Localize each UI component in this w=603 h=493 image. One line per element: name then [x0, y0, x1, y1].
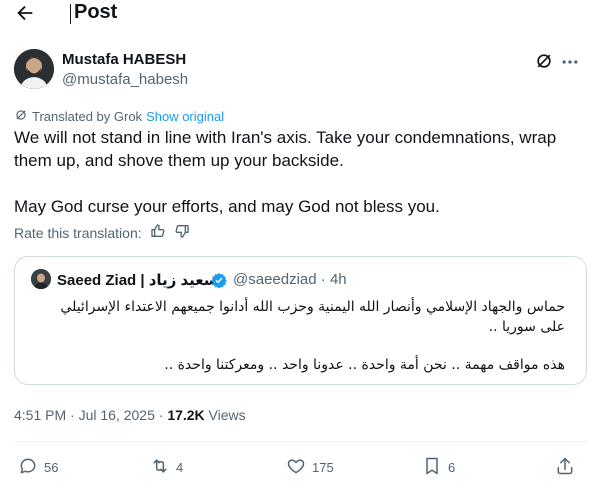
show-original-link[interactable]: Show original [146, 109, 224, 124]
share-button[interactable] [555, 456, 575, 479]
quote-text: حماس والجهاد الإسلامي وأنصار الله اليمني… [45, 297, 565, 375]
reply-count: 56 [44, 460, 59, 475]
like-count: 175 [312, 460, 334, 475]
grok-icon[interactable] [534, 51, 554, 71]
quote-handle-time: @saeedziad · 4h [233, 271, 347, 288]
quote-paragraph: هذه مواقف مهمة .. نحن أمة واحدة .. عدونا… [164, 357, 565, 373]
bookmark-icon [422, 456, 442, 479]
post-text: We will not stand in line with Iran's ax… [14, 126, 589, 218]
text-cursor [70, 4, 71, 24]
post-timestamp[interactable]: 4:51 PM · Jul 16, 2025 · [14, 407, 167, 423]
post-paragraph: We will not stand in line with Iran's ax… [14, 128, 557, 170]
page-title: Post [74, 1, 118, 23]
views-label: Views [204, 407, 246, 423]
back-arrow-icon[interactable] [14, 2, 36, 24]
rate-translation: Rate this translation: [14, 223, 190, 242]
reply-button[interactable]: 56 [18, 456, 58, 479]
heart-icon [286, 456, 306, 479]
post-paragraph: May God curse your efforts, and may God … [14, 197, 440, 216]
bookmark-count: 6 [448, 460, 456, 475]
more-options-icon[interactable] [560, 52, 580, 72]
translation-note: Translated by Grok Show original [14, 108, 224, 125]
thumbs-down-icon[interactable] [174, 223, 190, 242]
rate-translation-label: Rate this translation: [14, 224, 142, 241]
post-meta: 4:51 PM · Jul 16, 2025 · 17.2K Views [14, 407, 246, 423]
repost-button[interactable]: 4 [150, 456, 183, 479]
reply-icon [18, 456, 38, 479]
like-button[interactable]: 175 [286, 456, 334, 479]
translated-by-label: Translated by Grok [32, 109, 143, 124]
views-count: 17.2K [167, 407, 205, 423]
avatar[interactable] [14, 49, 54, 89]
author-handle[interactable]: @mustafa_habesh [62, 71, 188, 88]
action-bar: 56 4 175 6 [0, 452, 603, 484]
quote-avatar[interactable] [31, 269, 51, 289]
bookmark-button[interactable]: 6 [422, 456, 455, 479]
thumbs-up-icon[interactable] [150, 223, 166, 242]
verified-badge-icon [211, 272, 227, 289]
divider [14, 441, 589, 442]
repost-count: 4 [176, 460, 184, 475]
grok-translate-icon [14, 108, 28, 125]
repost-icon [150, 456, 170, 479]
author-name[interactable]: Mustafa HABESH [62, 51, 186, 68]
share-icon [555, 456, 575, 479]
quote-paragraph: حماس والجهاد الإسلامي وأنصار الله اليمني… [60, 299, 565, 335]
top-bar: Post [0, 0, 603, 28]
quote-author-name[interactable]: Saeed Ziad | سعيد زياد [57, 271, 219, 289]
quoted-post[interactable]: Saeed Ziad | سعيد زياد @saeedziad · 4h ح… [14, 256, 587, 385]
